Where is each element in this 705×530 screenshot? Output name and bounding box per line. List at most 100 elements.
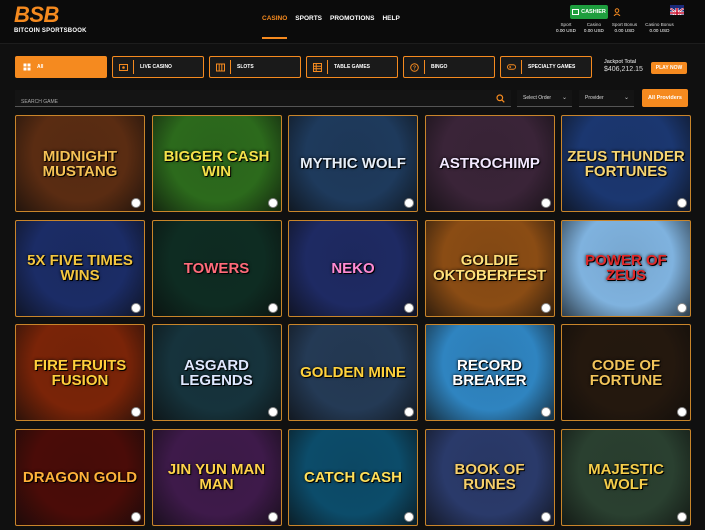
top-header: BSB BITCOIN SPORTSBOOK CASINO SPORTS PRO… <box>0 0 705 44</box>
game-title: Mythic Wolf <box>300 155 406 172</box>
uk-flag-icon[interactable] <box>670 5 684 15</box>
filter-table-games[interactable]: TABLE GAMES <box>306 56 398 78</box>
filter-label: SPECIALTY GAMES <box>528 64 576 70</box>
game-tile[interactable]: 5x Five Times Wins <box>15 219 145 317</box>
provider-badge-icon <box>540 511 551 522</box>
nav-promotions[interactable]: PROMOTIONS <box>330 15 374 39</box>
balance-casino: Casino 0.00 USD <box>584 22 604 34</box>
game-tile[interactable]: Catch Cash <box>288 428 418 526</box>
game-tile[interactable]: Code of Fortune <box>561 324 691 421</box>
svg-text:?: ? <box>413 65 416 71</box>
all-icon <box>22 63 31 72</box>
provider-badge-icon <box>404 302 414 313</box>
select-order-dropdown[interactable]: Select Order ⌄ <box>517 90 572 107</box>
game-tile[interactable]: Midnight Mustang <box>15 115 145 212</box>
provider-badge-icon <box>404 198 414 208</box>
balance-sport-bonus: Sport Bonus 0.00 USD <box>612 22 637 34</box>
jackpot-total: Jackpot Total $406,212.15 <box>604 58 643 74</box>
game-title: Goldie Oktoberfest <box>432 252 547 284</box>
game-tile[interactable]: Asgard Legends <box>151 324 282 421</box>
balances: Sport 0.00 USD Casino 0.00 USD Sport Bon… <box>556 22 674 34</box>
game-tile[interactable]: Power of Zeus <box>561 219 691 317</box>
filter-label: LIVE CASINO <box>140 64 172 70</box>
game-title: Jin Yun Man Man <box>167 461 266 493</box>
game-tile[interactable]: Neko <box>288 219 418 317</box>
game-title: Power of Zeus <box>585 252 667 284</box>
game-tile[interactable]: Golden Mine <box>288 324 418 421</box>
game-title: 5x Five Times Wins <box>27 252 133 284</box>
provider-badge-icon <box>131 198 141 208</box>
cashier-label: CASHIER <box>581 9 606 15</box>
bsb-logo[interactable]: BSB BITCOIN SPORTSBOOK <box>14 4 94 40</box>
game-title: Bigger Cash Win <box>163 147 270 180</box>
game-title: Record Breaker <box>452 356 527 389</box>
provider-badge-icon <box>540 302 551 313</box>
game-tile[interactable]: Mythic Wolf <box>288 115 418 212</box>
provider-badge-icon <box>131 511 141 522</box>
provider-badge-icon <box>677 511 687 522</box>
game-title: Golden Mine <box>300 364 406 381</box>
chevron-down-icon: ⌄ <box>561 95 567 101</box>
chevron-down-icon: ⌄ <box>623 95 629 101</box>
filter-specialty-games[interactable]: SPECIALTY GAMES <box>500 56 592 78</box>
game-title: Code of Fortune <box>589 356 663 389</box>
divider <box>327 60 328 74</box>
all-providers-button[interactable]: All Providers <box>642 89 688 107</box>
game-tile[interactable]: Goldie Oktoberfest <box>424 219 555 317</box>
filter-slots[interactable]: SLOTS <box>209 56 301 78</box>
game-title: Midnight Mustang <box>42 147 118 180</box>
jackpot-amount: $406,212.15 <box>604 66 643 73</box>
provider-badge-icon <box>677 198 687 208</box>
divider <box>230 60 231 74</box>
filter-live-casino[interactable]: LIVE CASINO <box>112 56 204 78</box>
divider <box>424 60 425 74</box>
logo-mark: BSB <box>14 4 94 26</box>
game-title: Fire Fruits Fusion <box>33 356 127 389</box>
game-title: Zeus Thunder Fortunes <box>567 147 685 180</box>
provider-dropdown[interactable]: Provider ⌄ <box>579 90 634 107</box>
slots-icon <box>216 63 225 72</box>
nav-sports[interactable]: SPORTS <box>295 15 322 39</box>
user-icon[interactable] <box>613 8 621 16</box>
filter-all[interactable]: All <box>15 56 107 78</box>
filter-label: All <box>37 64 44 70</box>
cashier-button[interactable]: CASHIER <box>570 5 608 19</box>
play-now-button[interactable]: PLAY NOW <box>651 62 687 74</box>
search-icon[interactable] <box>496 94 505 103</box>
game-tile[interactable]: Dragon Gold <box>15 428 145 526</box>
game-tile[interactable]: Bigger Cash Win <box>151 115 282 212</box>
game-grid: Midnight Mustang Bigger Cash Win Mythic Wo… <box>15 115 691 526</box>
balance-value: 0.00 USD <box>583 28 604 33</box>
game-tile[interactable]: Book of Runes <box>424 428 555 526</box>
provider-badge-icon <box>540 407 551 417</box>
game-tile[interactable]: Majestic Wolf <box>561 428 691 526</box>
game-title: Asgard Legends <box>180 356 253 389</box>
provider-badge-icon <box>677 407 687 417</box>
wallet-icon <box>572 9 580 15</box>
game-title: Catch Cash <box>303 468 403 486</box>
nav-help[interactable]: HELP <box>382 15 399 39</box>
game-title: Dragon Gold <box>22 468 138 486</box>
balance-casino-bonus: Casino Bonus 0.00 USD <box>645 22 674 34</box>
provider-badge-icon <box>267 198 278 208</box>
provider-badge-icon <box>404 407 414 417</box>
provider-badge-icon <box>267 302 278 313</box>
balance-value: 0.00 USD <box>649 28 670 33</box>
game-tile[interactable]: Record Breaker <box>424 324 555 421</box>
game-tile[interactable]: Zeus Thunder Fortunes <box>561 115 691 212</box>
provider-label: Provider <box>585 95 604 101</box>
game-tile[interactable]: AstroChimp <box>424 115 555 212</box>
provider-badge-icon <box>267 407 278 417</box>
game-tile[interactable]: Jin Yun Man Man <box>151 428 282 526</box>
table-games-icon <box>313 62 322 72</box>
game-tile[interactable]: TOWERS <box>151 219 282 317</box>
filter-bingo[interactable]: ? BINGO <box>403 56 495 78</box>
search-input[interactable] <box>15 93 475 111</box>
game-tile[interactable]: Fire Fruits Fusion <box>15 324 145 421</box>
provider-badge-icon <box>267 511 278 522</box>
provider-badge-icon <box>131 302 141 313</box>
select-order-label: Select Order <box>523 95 552 101</box>
game-title: TOWERS <box>183 259 250 277</box>
nav-casino[interactable]: CASINO <box>262 15 288 39</box>
provider-badge-icon <box>540 198 551 208</box>
